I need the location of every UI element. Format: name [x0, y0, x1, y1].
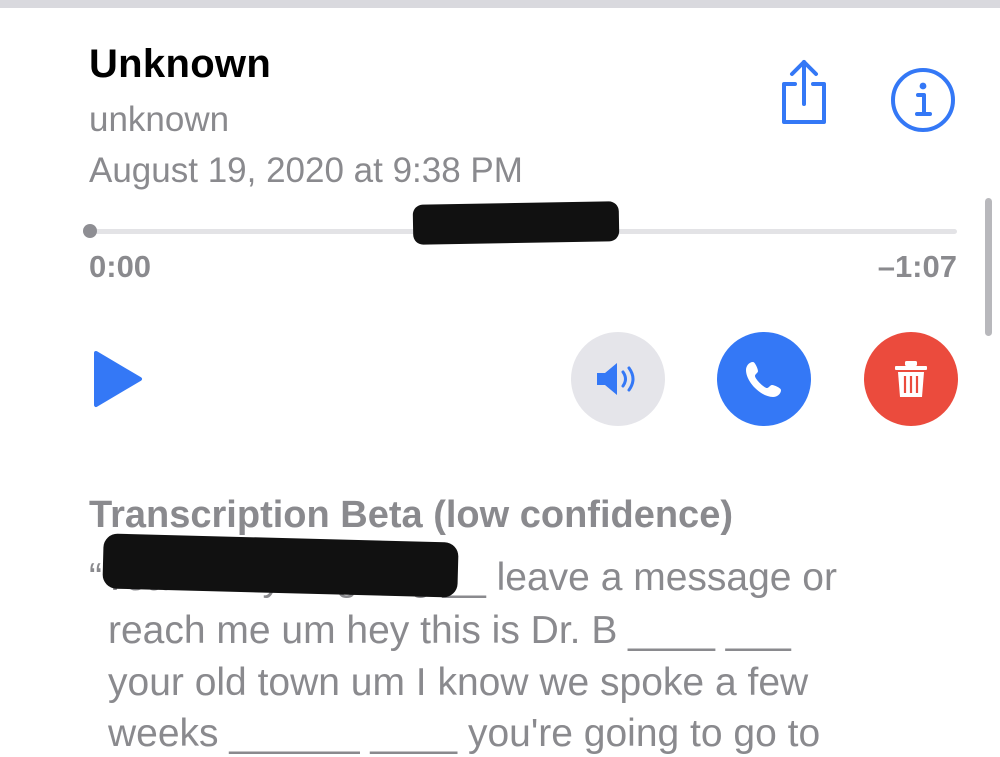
- share-icon: [782, 60, 826, 124]
- transcript-line: your old town um I know we spoke a few: [108, 661, 809, 704]
- redaction-mark: [412, 201, 620, 245]
- elapsed-time: 0:00: [89, 249, 152, 284]
- share-button[interactable]: [776, 58, 832, 128]
- caller-number: unknown: [89, 100, 230, 139]
- play-icon: [94, 351, 142, 407]
- info-button[interactable]: [890, 67, 956, 133]
- top-divider: [0, 0, 1000, 8]
- play-button[interactable]: [92, 349, 144, 409]
- info-icon: [891, 68, 955, 132]
- call-date: August 19, 2020 at 9:38 PM: [89, 151, 523, 190]
- transcript-line: reach me um hey this is Dr. B ____ ___: [108, 609, 791, 652]
- transcript-line: weeks ______ ____ you're going to go to: [108, 712, 821, 755]
- trash-icon: [895, 361, 927, 397]
- vertical-scrollbar[interactable]: [985, 198, 992, 336]
- redaction-mark: [102, 533, 459, 598]
- phone-icon: [746, 362, 781, 397]
- caller-name: Unknown: [89, 42, 272, 86]
- remaining-time: –1:07: [877, 249, 957, 284]
- scrubber-knob[interactable]: [83, 224, 97, 238]
- speaker-icon: [597, 363, 635, 395]
- call-back-button[interactable]: [717, 332, 811, 426]
- speaker-button[interactable]: [571, 332, 665, 426]
- delete-button[interactable]: [864, 332, 958, 426]
- transcription-title: Transcription Beta (low confidence): [89, 494, 733, 536]
